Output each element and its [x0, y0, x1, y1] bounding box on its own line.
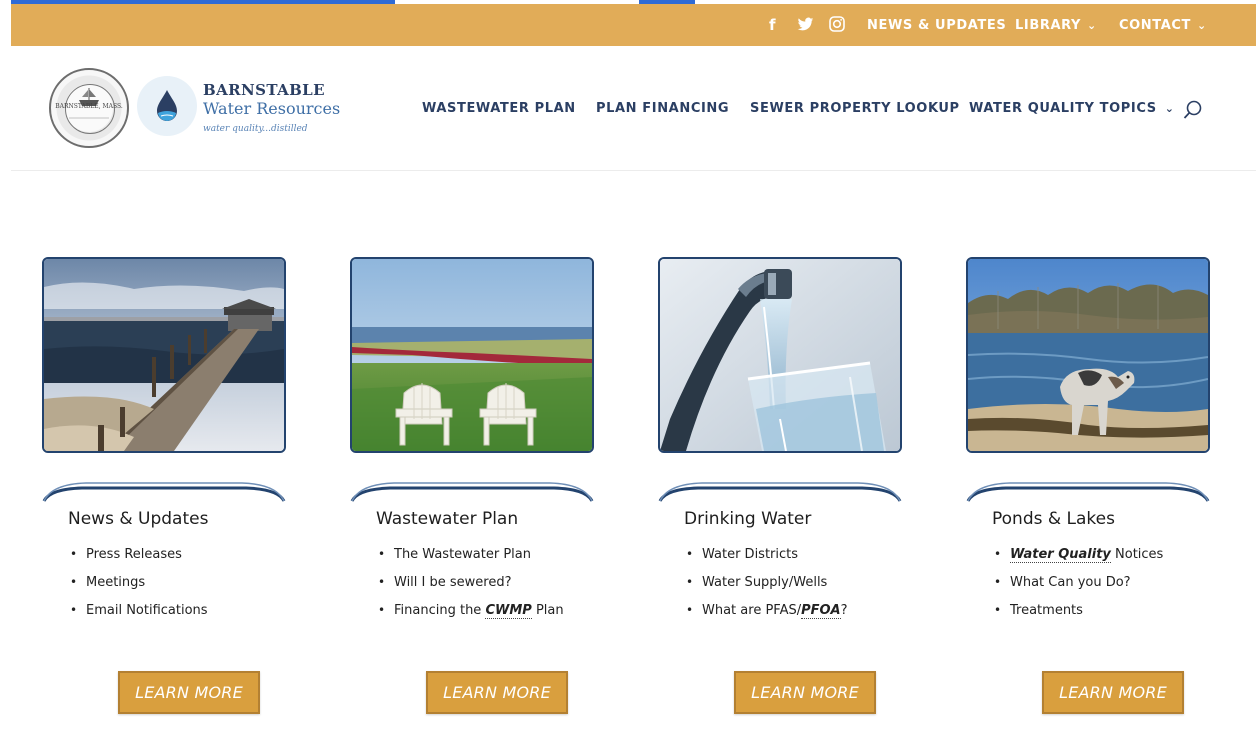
- card-title[interactable]: Ponds & Lakes: [992, 509, 1115, 529]
- link-water-supply-wells[interactable]: Water Supply/Wells: [702, 575, 827, 590]
- link-email-notifications[interactable]: Email Notifications: [86, 603, 208, 618]
- facebook-icon[interactable]: f: [769, 4, 776, 46]
- chevron-down-icon: ⌄: [1197, 18, 1207, 32]
- top-utility-bar: f NEWS & UPDATES LIBRARY ⌄ CONTACT ⌄: [11, 4, 1256, 46]
- card-link-list: The Wastewater Plan Will I be sewered? F…: [376, 544, 564, 628]
- link-water-quality-notices[interactable]: Water Quality Notices: [1010, 547, 1163, 563]
- top-link-contact[interactable]: CONTACT ⌄: [1119, 4, 1207, 46]
- abbreviation-cwmp[interactable]: CWMP: [485, 603, 532, 619]
- link-what-can-you-do[interactable]: What Can you Do?: [1010, 575, 1131, 590]
- water-drop-logo-bg: [137, 76, 197, 136]
- nav-sewer-property-lookup[interactable]: SEWER PROPERTY LOOKUP: [750, 46, 960, 170]
- learn-more-button[interactable]: LEARN MORE: [734, 671, 876, 714]
- seal-text: BARNSTABLE, MASS.: [55, 103, 123, 110]
- dog-pond-photo[interactable]: [966, 257, 1210, 453]
- water-drop-icon: [157, 90, 177, 121]
- learn-more-button[interactable]: LEARN MORE: [118, 671, 260, 714]
- abbreviation-pfoa[interactable]: PFOA: [801, 603, 841, 619]
- decorative-wave-divider: [350, 482, 594, 502]
- link-pfas-pfoa[interactable]: What are PFAS/PFOA?: [702, 603, 848, 619]
- abbreviation-water-quality[interactable]: Water Quality: [1010, 547, 1111, 563]
- link-press-releases[interactable]: Press Releases: [86, 547, 182, 562]
- faucet-glass-photo[interactable]: [658, 257, 902, 453]
- list-item[interactable]: Water Districts: [684, 544, 848, 572]
- card-news-updates: News & Updates Press Releases Meetings E…: [42, 257, 286, 729]
- learn-more-button[interactable]: LEARN MORE: [1042, 671, 1184, 714]
- link-text: ?: [840, 603, 848, 618]
- main-header: BARNSTABLE, MASS. BARNSTABLE Water Resou…: [11, 46, 1256, 171]
- list-item[interactable]: Water Quality Notices: [992, 544, 1163, 572]
- decorative-wave-divider: [42, 482, 286, 502]
- list-item[interactable]: What Can you Do?: [992, 572, 1163, 600]
- nav-wastewater-plan[interactable]: WASTEWATER PLAN: [422, 46, 576, 170]
- link-financing-cwmp[interactable]: Financing the CWMP Plan: [394, 603, 564, 619]
- card-title[interactable]: Wastewater Plan: [376, 509, 518, 529]
- list-item[interactable]: Treatments: [992, 600, 1163, 628]
- link-text: Notices: [1110, 547, 1164, 562]
- search-icon[interactable]: [1182, 99, 1204, 121]
- list-item[interactable]: Will I be sewered?: [376, 572, 564, 600]
- town-seal-logo[interactable]: BARNSTABLE, MASS.: [49, 68, 129, 148]
- nav-water-quality-topics[interactable]: WATER QUALITY TOPICS ⌄: [969, 46, 1175, 170]
- chevron-down-icon: ⌄: [1087, 18, 1097, 32]
- brand-name[interactable]: BARNSTABLE: [203, 81, 325, 99]
- link-the-wastewater-plan[interactable]: The Wastewater Plan: [394, 547, 531, 562]
- link-text: Financing the: [394, 603, 486, 618]
- decorative-wave-divider: [966, 482, 1210, 502]
- brand-tagline: water quality...distilled: [203, 124, 308, 134]
- top-link-contact-label: CONTACT: [1119, 17, 1191, 33]
- card-title[interactable]: News & Updates: [68, 509, 208, 529]
- card-drinking-water: Drinking Water Water Districts Water Sup…: [658, 257, 902, 729]
- twitter-icon[interactable]: [797, 17, 814, 36]
- top-link-library-label: LIBRARY: [1015, 17, 1082, 33]
- list-item[interactable]: Financing the CWMP Plan: [376, 600, 564, 628]
- decorative-wave-divider: [658, 482, 902, 502]
- list-item[interactable]: What are PFAS/PFOA?: [684, 600, 848, 628]
- card-wastewater-plan: Wastewater Plan The Wastewater Plan Will…: [350, 257, 594, 729]
- nav-water-quality-topics-label: WATER QUALITY TOPICS: [969, 100, 1157, 116]
- link-meetings[interactable]: Meetings: [86, 575, 145, 590]
- list-item[interactable]: Meetings: [68, 572, 208, 600]
- top-link-library[interactable]: LIBRARY ⌄: [1015, 4, 1097, 46]
- list-item[interactable]: Email Notifications: [68, 600, 208, 628]
- card-link-list: Water Districts Water Supply/Wells What …: [684, 544, 848, 628]
- link-text: What are PFAS/: [702, 603, 802, 618]
- top-link-news-updates[interactable]: NEWS & UPDATES: [867, 4, 1006, 46]
- harbor-pier-photo[interactable]: [42, 257, 286, 453]
- link-text: Plan: [531, 603, 564, 618]
- brand-subtitle[interactable]: Water Resources: [203, 99, 340, 118]
- link-treatments[interactable]: Treatments: [1010, 603, 1083, 618]
- list-item[interactable]: Water Supply/Wells: [684, 572, 848, 600]
- card-ponds-lakes: Ponds & Lakes Water Quality Notices What…: [966, 257, 1210, 729]
- nav-plan-financing[interactable]: PLAN FINANCING: [596, 46, 729, 170]
- list-item[interactable]: Press Releases: [68, 544, 208, 572]
- card-link-list: Press Releases Meetings Email Notificati…: [68, 544, 208, 628]
- card-title[interactable]: Drinking Water: [684, 509, 811, 529]
- card-link-list: Water Quality Notices What Can you Do? T…: [992, 544, 1163, 628]
- chevron-down-icon: ⌄: [1164, 101, 1175, 115]
- learn-more-button[interactable]: LEARN MORE: [426, 671, 568, 714]
- instagram-icon[interactable]: [829, 16, 845, 36]
- link-water-districts[interactable]: Water Districts: [702, 547, 798, 562]
- list-item[interactable]: The Wastewater Plan: [376, 544, 564, 572]
- link-will-i-be-sewered[interactable]: Will I be sewered?: [394, 575, 512, 590]
- lawn-chairs-photo[interactable]: [350, 257, 594, 453]
